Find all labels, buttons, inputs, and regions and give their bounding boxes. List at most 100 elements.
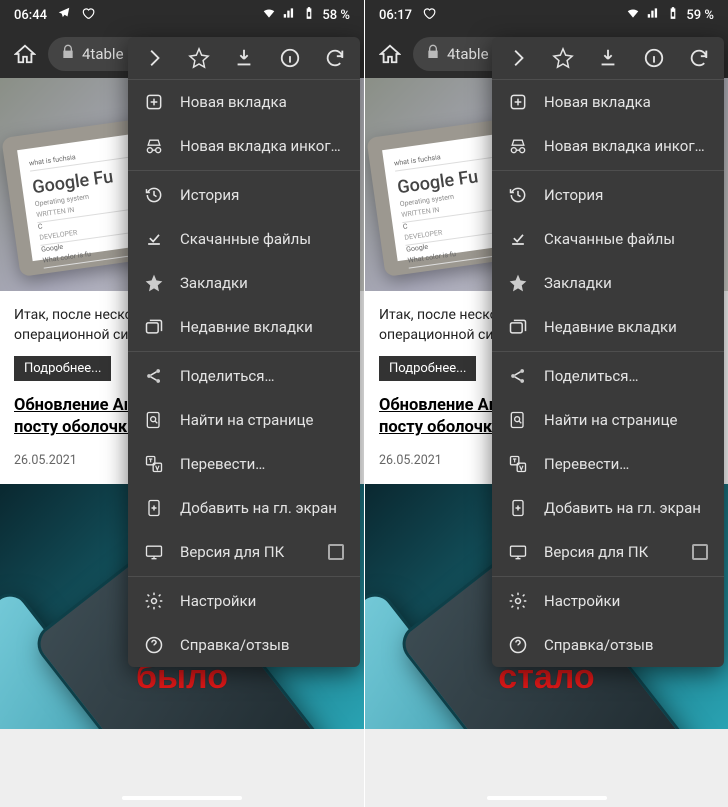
menu-item-help[interactable]: Справка/отзыв [128, 623, 360, 667]
battery-pct: 59 % [686, 8, 714, 23]
menu-separator [128, 351, 360, 352]
right-pane: 06:17 59 % 4table what is fuchsia Google… [364, 0, 728, 807]
download-icon[interactable] [597, 47, 619, 69]
home-button[interactable] [8, 37, 42, 71]
menu-item-download-done[interactable]: Скачанные файлы [492, 217, 724, 261]
menu-item-incognito[interactable]: Новая вкладка инкогн… [128, 124, 360, 168]
nav-bar [365, 789, 728, 807]
menu-item-tabs[interactable]: Недавние вкладки [128, 305, 360, 349]
menu-item-translate[interactable]: Перевести… [492, 442, 724, 486]
menu-item-download-done[interactable]: Скачанные файлы [128, 217, 360, 261]
menu-item-label: Закладки [180, 274, 344, 292]
lock-icon [60, 44, 76, 64]
status-time: 06:17 [379, 8, 412, 23]
menu-item-label: Недавние вкладки [180, 318, 344, 336]
download-done-icon [144, 229, 164, 249]
url-text: 4table [82, 45, 124, 63]
nav-pill[interactable] [487, 796, 607, 800]
battery-icon [666, 6, 680, 24]
help-icon [508, 635, 528, 655]
reload-icon[interactable] [688, 47, 710, 69]
forward-icon[interactable] [506, 47, 528, 69]
menu-item-share[interactable]: Поделиться… [128, 354, 360, 398]
menu-item-label: История [180, 186, 344, 204]
menu-item-label: Справка/отзыв [180, 636, 344, 654]
menu-item-history[interactable]: История [492, 173, 724, 217]
menu-item-gear[interactable]: Настройки [492, 579, 724, 623]
menu-item-label: Версия для ПК [544, 543, 676, 561]
menu-item-gear[interactable]: Настройки [128, 579, 360, 623]
menu-item-incognito[interactable]: Новая вкладка инкогн… [492, 124, 724, 168]
menu-item-label: Найти на странице [180, 411, 344, 429]
menu-item-label: Добавить на гл. экран [544, 499, 708, 517]
share-icon [144, 366, 164, 386]
battery-icon [302, 6, 316, 24]
menu-item-label: Поделиться… [180, 367, 344, 385]
checkbox-icon[interactable] [692, 544, 708, 560]
menu-item-star[interactable]: Закладки [128, 261, 360, 305]
download-icon[interactable] [233, 47, 255, 69]
menu-item-plus-box[interactable]: Новая вкладка [492, 80, 724, 124]
forward-icon[interactable] [142, 47, 164, 69]
menu-item-desktop[interactable]: Версия для ПК [492, 530, 724, 574]
wifi-icon [626, 6, 640, 24]
tabs-icon [144, 317, 164, 337]
menu-item-share[interactable]: Поделиться… [492, 354, 724, 398]
menu-separator [128, 576, 360, 577]
star-icon [144, 273, 164, 293]
menu-item-label: Настройки [544, 592, 708, 610]
find-icon [144, 410, 164, 430]
reload-icon[interactable] [324, 47, 346, 69]
nav-pill[interactable] [122, 796, 242, 800]
menu-item-add-home[interactable]: Добавить на гл. экран [492, 486, 724, 530]
menu-item-label: Добавить на гл. экран [180, 499, 344, 517]
menu-item-plus-box[interactable]: Новая вкладка [128, 80, 360, 124]
menu-item-find[interactable]: Найти на странице [128, 398, 360, 442]
history-icon [508, 185, 528, 205]
battery-pct: 58 % [322, 8, 350, 23]
translate-icon [144, 454, 164, 474]
status-bar: 06:44 58 % [0, 0, 364, 30]
wifi-icon [262, 6, 276, 24]
translate-icon [508, 454, 528, 474]
menu-item-label: Закладки [544, 274, 708, 292]
page-info-icon[interactable] [279, 47, 301, 69]
menu-item-label: Настройки [180, 592, 344, 610]
bookmark-star-icon[interactable] [188, 47, 210, 69]
help-icon [144, 635, 164, 655]
read-more-button[interactable]: Подробнее... [379, 356, 476, 381]
desktop-icon [508, 542, 528, 562]
gear-icon [508, 591, 528, 611]
signal-icon [646, 6, 660, 24]
menu-item-translate[interactable]: Перевести… [128, 442, 360, 486]
menu-item-label: Скачанные файлы [544, 230, 708, 248]
telegram-icon [57, 6, 71, 24]
read-more-button[interactable]: Подробнее... [14, 356, 111, 381]
menu-item-label: Справка/отзыв [544, 636, 708, 654]
menu-item-history[interactable]: История [128, 173, 360, 217]
incognito-icon [508, 136, 528, 156]
menu-item-desktop[interactable]: Версия для ПК [128, 530, 360, 574]
menu-item-label: Скачанные файлы [180, 230, 344, 248]
checkbox-icon[interactable] [328, 544, 344, 560]
menu-item-help[interactable]: Справка/отзыв [492, 623, 724, 667]
menu-item-label: Поделиться… [544, 367, 708, 385]
add-home-icon [508, 498, 528, 518]
menu-item-label: История [544, 186, 708, 204]
menu-item-find[interactable]: Найти на странице [492, 398, 724, 442]
menu-item-tabs[interactable]: Недавние вкладки [492, 305, 724, 349]
menu-item-add-home[interactable]: Добавить на гл. экран [128, 486, 360, 530]
menu-item-label: Новая вкладка инкогн… [180, 137, 344, 155]
plus-box-icon [508, 92, 528, 112]
menu-item-label: Новая вкладка [544, 93, 708, 111]
url-text: 4table [447, 45, 489, 63]
menu-item-star[interactable]: Закладки [492, 261, 724, 305]
bookmark-star-icon[interactable] [552, 47, 574, 69]
home-button[interactable] [373, 37, 407, 71]
page-info-icon[interactable] [643, 47, 665, 69]
overflow-menu: Новая вкладка Новая вкладка инкогн… Исто… [128, 37, 360, 667]
menu-item-label: Перевести… [180, 455, 344, 473]
overflow-menu: Новая вкладка Новая вкладка инкогн… Исто… [492, 37, 724, 667]
find-icon [508, 410, 528, 430]
status-bar: 06:17 59 % [365, 0, 728, 30]
